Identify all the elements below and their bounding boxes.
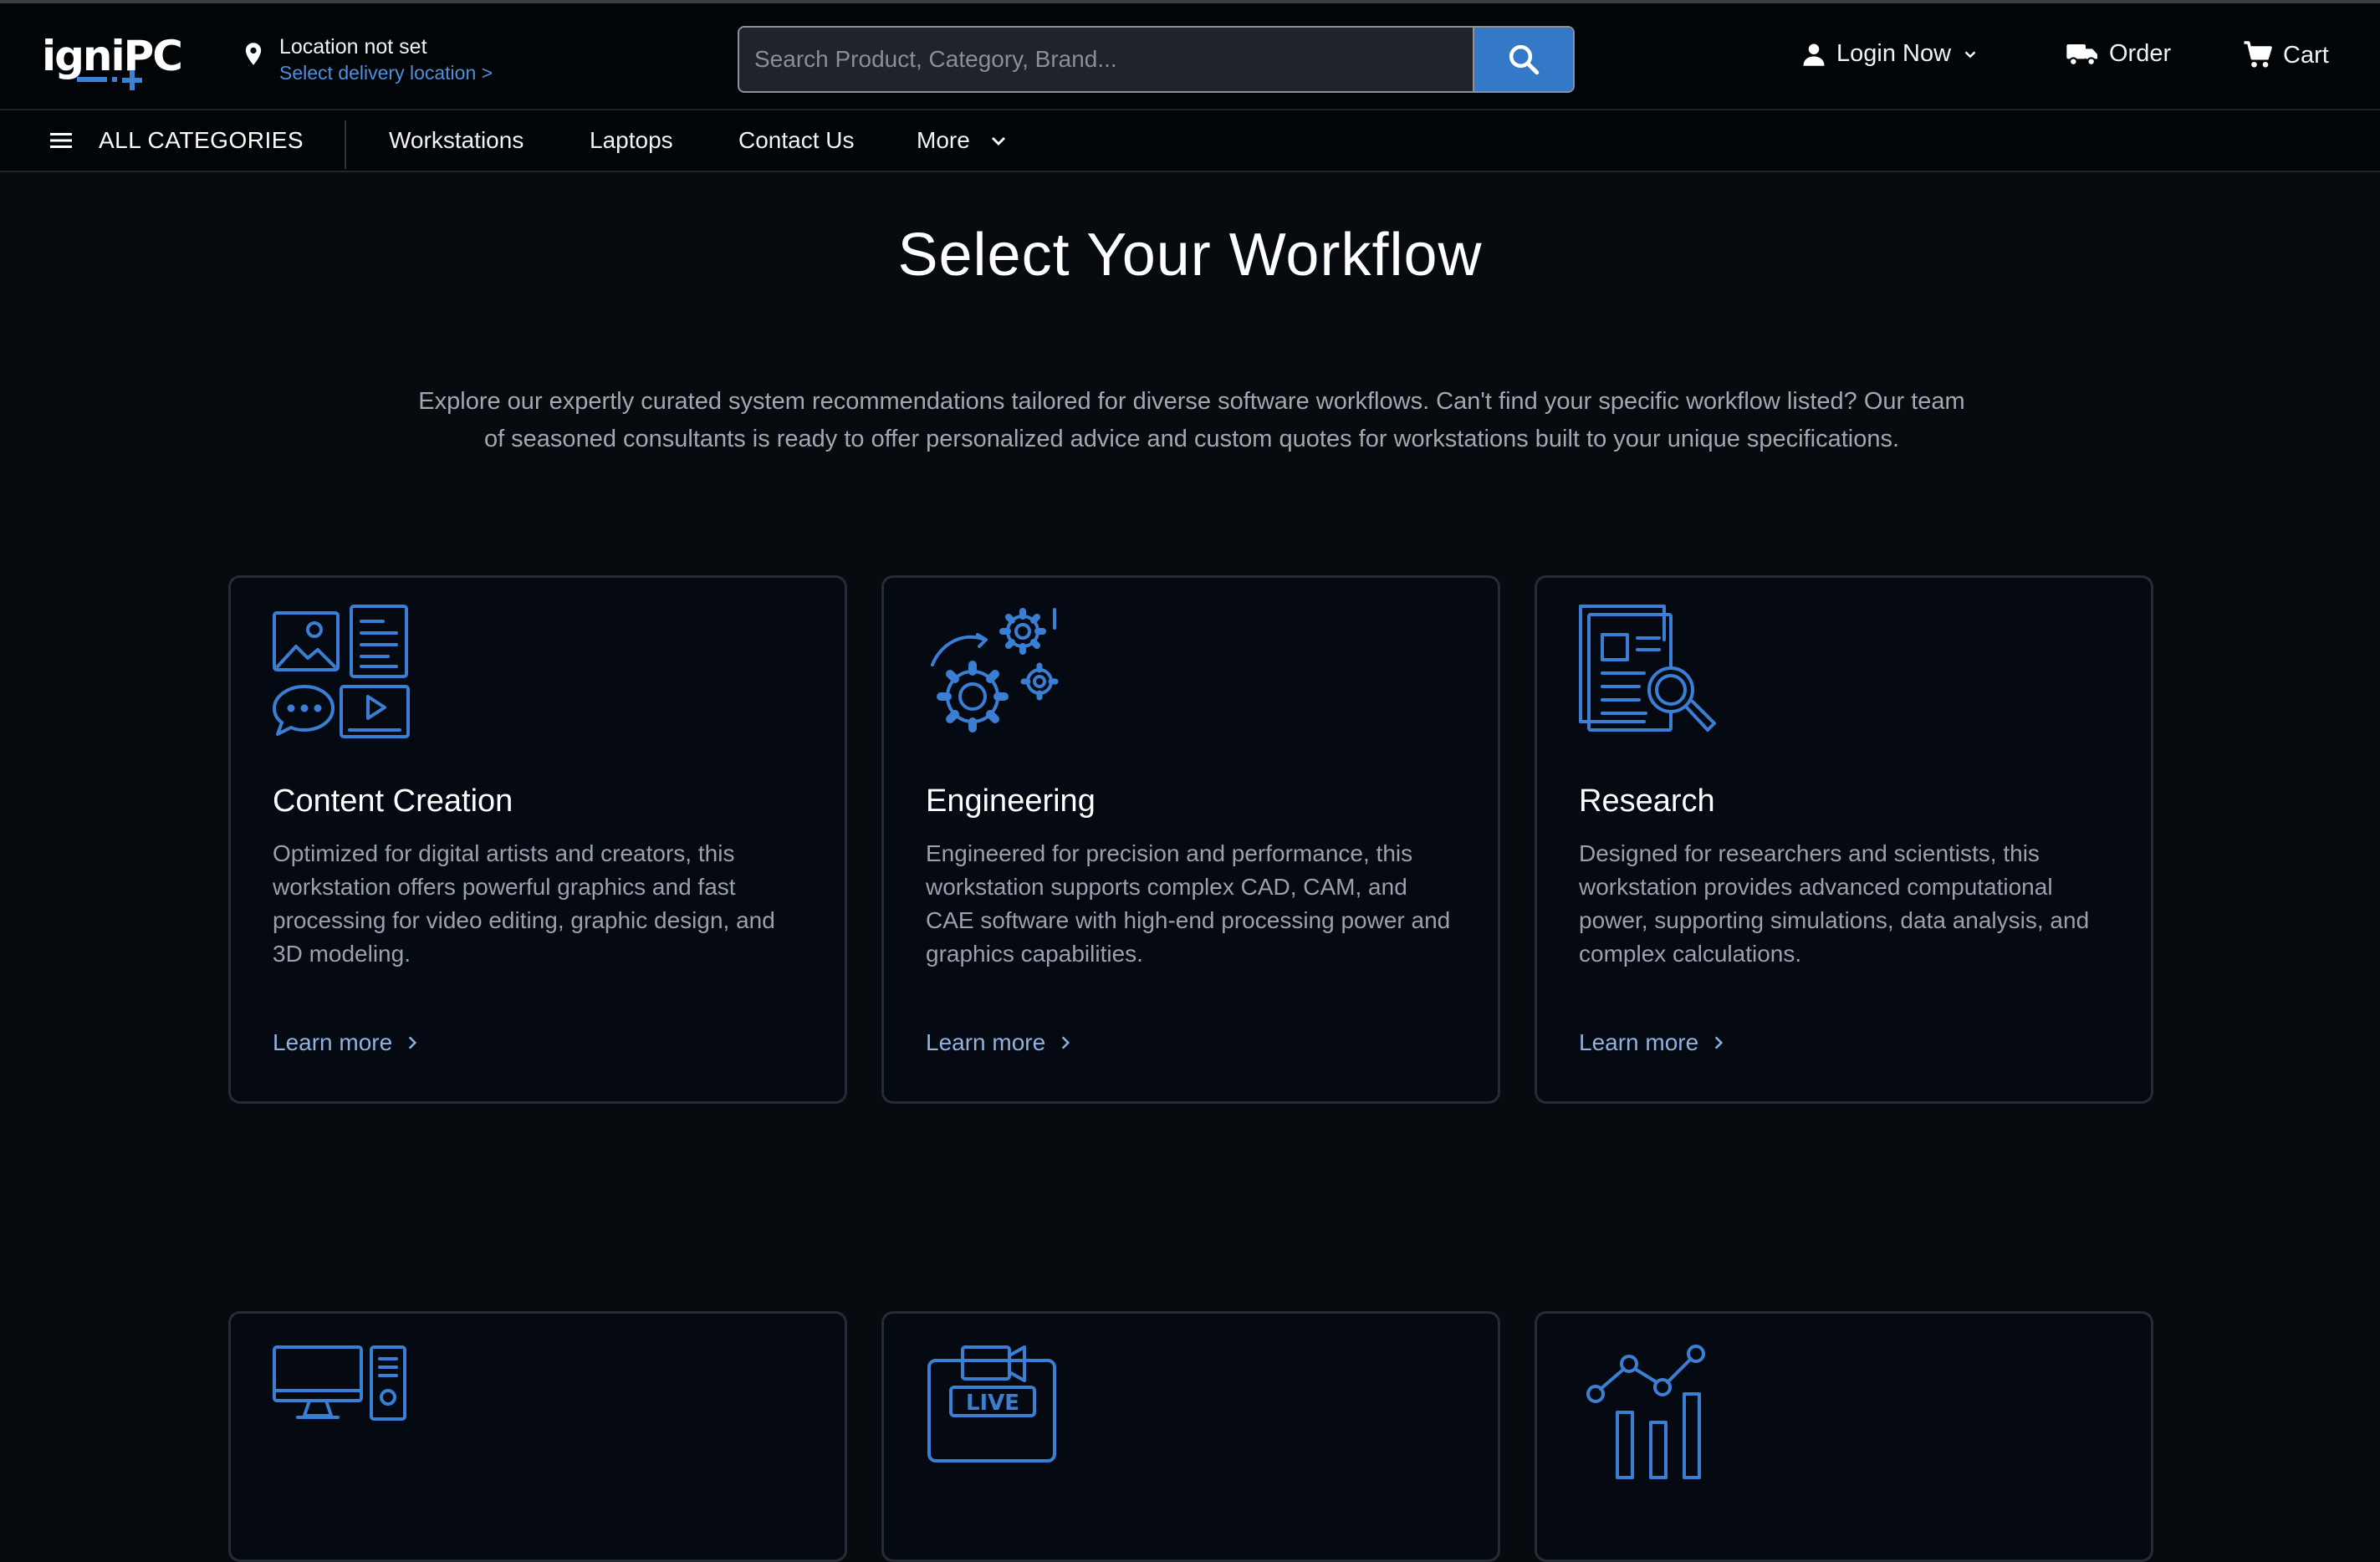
shopping-cart-icon <box>2244 41 2272 68</box>
nav-link-contact-us[interactable]: Contact Us <box>738 110 855 171</box>
document-search-icon <box>1579 605 1716 732</box>
nav-divider <box>345 120 346 169</box>
cart-button[interactable]: Cart <box>2243 40 2329 70</box>
search-icon <box>1509 44 1540 75</box>
workflow-card-content-creation[interactable]: Content Creation Optimized for digital a… <box>228 575 847 1104</box>
workflow-card-research[interactable]: Research Designed for researchers and sc… <box>1535 575 2153 1104</box>
workflow-card-engineering[interactable]: Engineering Engineered for precision and… <box>881 575 1500 1104</box>
all-categories-label: ALL CATEGORIES <box>99 127 304 153</box>
search-button[interactable] <box>1473 28 1573 91</box>
login-button[interactable]: Login Now <box>1801 40 1979 68</box>
location-status: Location not set <box>279 35 427 59</box>
category-nav: ALL CATEGORIES Workstations Laptops Cont… <box>0 110 2380 172</box>
delivery-location[interactable]: Location not set Select delivery locatio… <box>244 33 493 85</box>
logo-plus-icon <box>122 70 142 90</box>
truck-icon <box>2066 43 2097 66</box>
card-title: Research <box>1579 784 1715 819</box>
nav-more-dropdown[interactable]: More <box>917 110 1009 171</box>
user-icon <box>1803 43 1825 66</box>
learn-more-label: Learn more <box>1579 1029 1699 1055</box>
order-button[interactable]: Order <box>2066 40 2171 68</box>
learn-more-label: Learn more <box>273 1029 393 1055</box>
all-categories-button[interactable]: ALL CATEGORIES <box>49 110 304 171</box>
intro-text: Explore our expertly curated system reco… <box>418 388 1965 452</box>
card-description: Optimized for digital artists and creato… <box>273 840 775 967</box>
workflow-section: Select Your Workflow Explore our expertl… <box>0 172 2380 1562</box>
chevron-down-icon <box>1964 50 1976 58</box>
workflow-card-6[interactable] <box>1535 1311 2153 1562</box>
live-stream-icon: LIVE <box>927 1345 1056 1462</box>
card-title: Content Creation <box>273 784 513 819</box>
chevron-right-icon <box>1714 1036 1724 1049</box>
learn-more-link[interactable]: Learn more <box>926 1029 1074 1056</box>
location-text: Location not set Select delivery locatio… <box>279 33 493 85</box>
search-bar <box>738 26 1575 93</box>
map-pin-icon <box>245 43 262 65</box>
media-collage-icon <box>273 605 410 738</box>
order-label: Order <box>2109 40 2172 67</box>
nav-link-laptops[interactable]: Laptops <box>590 110 673 171</box>
card-description: Designed for researchers and scientists,… <box>1579 840 2090 967</box>
desktop-computer-icon <box>273 1345 406 1421</box>
learn-more-link[interactable]: Learn more <box>1579 1029 1727 1056</box>
cart-label: Cart <box>2283 41 2329 69</box>
workflow-card-5[interactable]: LIVE <box>881 1311 1500 1562</box>
site-header: igniPC Location not set Select delivery … <box>0 3 2380 110</box>
nav-more-label: More <box>917 127 970 153</box>
card-description: Engineered for precision and performance… <box>926 840 1451 967</box>
logo-dot <box>112 77 117 82</box>
page-title: Select Your Workflow <box>897 222 1483 288</box>
analytics-chart-icon <box>1586 1345 1705 1479</box>
learn-more-link[interactable]: Learn more <box>273 1029 421 1056</box>
gears-icon <box>931 608 1059 733</box>
menu-icon <box>50 133 72 148</box>
logo-dash <box>77 77 107 82</box>
workflow-card-4[interactable] <box>228 1311 847 1562</box>
learn-more-label: Learn more <box>926 1029 1046 1055</box>
live-badge-text: LIVE <box>966 1391 1019 1416</box>
card-title: Engineering <box>926 784 1096 819</box>
nav-link-workstations[interactable]: Workstations <box>389 110 523 171</box>
search-input[interactable] <box>739 28 1473 91</box>
chevron-right-icon <box>1061 1036 1070 1049</box>
select-location-link[interactable]: Select delivery location > <box>279 60 493 85</box>
chevron-right-icon <box>408 1036 417 1049</box>
login-label: Login Now <box>1836 40 1952 67</box>
chevron-down-icon <box>991 137 1005 145</box>
brand-logo[interactable]: igniPC <box>42 27 183 90</box>
